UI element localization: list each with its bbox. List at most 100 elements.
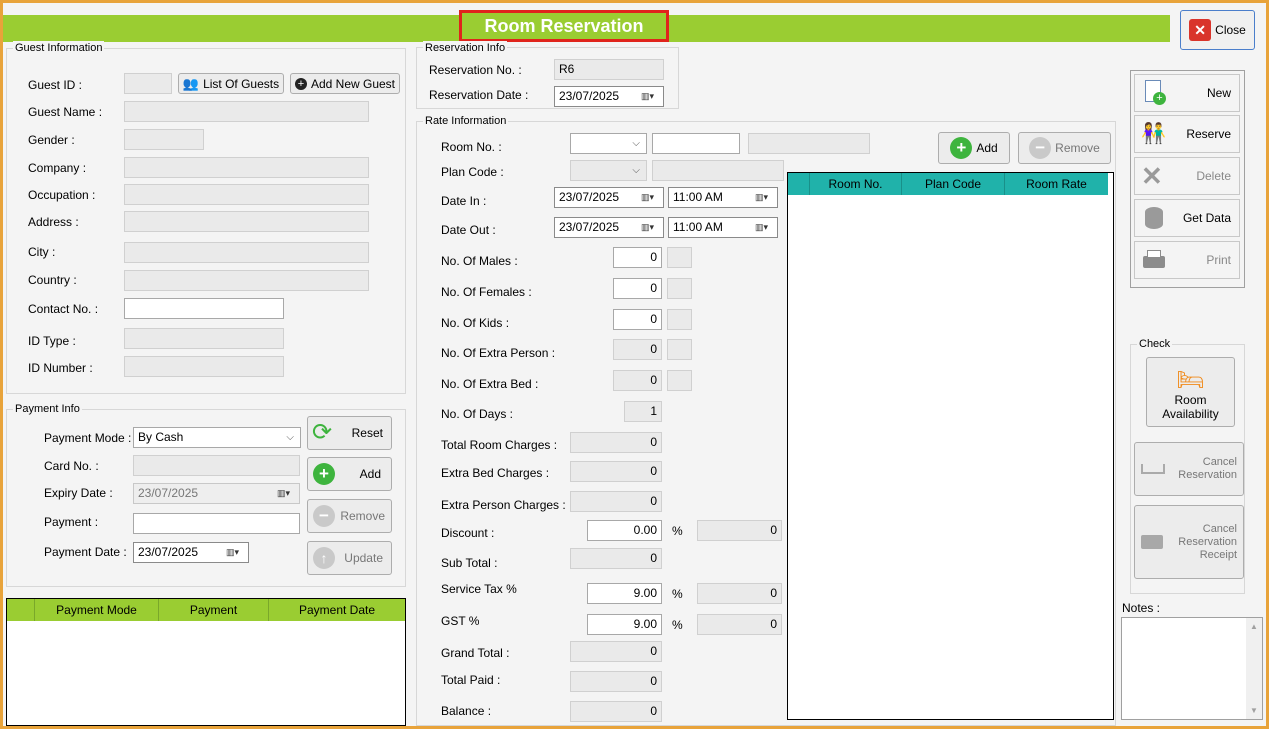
reset-button[interactable]: ⟳ Reset xyxy=(307,416,392,450)
service-tax-percent-sign: % xyxy=(672,587,683,601)
new-label: New xyxy=(1206,86,1231,100)
extra-person-field[interactable]: 0 xyxy=(613,339,662,360)
occupation-label: Occupation : xyxy=(28,188,96,202)
printer-icon xyxy=(1141,535,1163,549)
extra-person-label: No. Of Extra Person : xyxy=(441,346,556,360)
scroll-down-icon[interactable]: ▼ xyxy=(1250,706,1258,715)
room-description-field[interactable] xyxy=(748,133,870,154)
close-button[interactable]: ✕ Close xyxy=(1180,10,1255,50)
list-of-guests-button[interactable]: 👥 List Of Guests xyxy=(178,73,284,94)
remove-payment-button[interactable]: − Remove xyxy=(307,499,392,533)
address-label: Address : xyxy=(28,215,79,229)
males-field[interactable]: 0 xyxy=(613,247,662,268)
plan-code-select[interactable]: ⌵ xyxy=(570,160,647,181)
balance-field: 0 xyxy=(570,701,662,722)
notes-label: Notes : xyxy=(1122,601,1161,615)
clock-dropdown-icon: ▥▾ xyxy=(755,222,769,232)
get-data-button[interactable]: Get Data xyxy=(1134,199,1240,237)
discount-percent-sign: % xyxy=(672,524,683,538)
remove-room-button[interactable]: − Remove xyxy=(1018,132,1111,164)
column-header[interactable]: Payment Date xyxy=(269,599,405,621)
kids-label: No. Of Kids : xyxy=(441,316,510,330)
plan-description-field[interactable] xyxy=(652,160,784,181)
calendar-icon: ▥▾ xyxy=(641,222,655,232)
new-button[interactable]: + New xyxy=(1134,74,1240,112)
occupation-field[interactable] xyxy=(124,184,369,205)
reset-label: Reset xyxy=(351,426,383,440)
expiry-date-value: 23/07/2025 xyxy=(138,486,199,500)
column-header[interactable]: Payment xyxy=(159,599,269,621)
payment-date-picker[interactable]: 23/07/2025 ▥▾ xyxy=(133,542,249,563)
column-header[interactable]: Payment Mode xyxy=(35,599,159,621)
females-field[interactable]: 0 xyxy=(613,278,662,299)
reservation-date-picker[interactable]: 23/07/2025 ▥▾ xyxy=(554,86,664,107)
payment-mode-select[interactable]: By Cash ⌵ xyxy=(133,427,301,448)
payment-grid-header: Payment Mode Payment Payment Date xyxy=(7,599,405,621)
kids-field[interactable]: 0 xyxy=(613,309,662,330)
bed-person-icon: 🛏 xyxy=(1176,366,1205,392)
id-number-field[interactable] xyxy=(124,356,284,377)
guest-name-label: Guest Name : xyxy=(28,105,103,119)
room-availability-button[interactable]: 🛏 Room Availability xyxy=(1146,357,1235,427)
date-in-picker[interactable]: 23/07/2025 ▥▾ xyxy=(554,187,664,208)
delete-label: Delete xyxy=(1196,169,1231,183)
time-in-picker[interactable]: 11:00 AM ▥▾ xyxy=(668,187,778,208)
guest-id-field[interactable] xyxy=(124,73,172,94)
extra-bed-charges-label: Extra Bed Charges : xyxy=(441,466,550,480)
column-header[interactable]: Room Rate xyxy=(1005,173,1108,195)
males-label: No. Of Males : xyxy=(441,254,518,268)
time-out-picker[interactable]: 11:00 AM ▥▾ xyxy=(668,217,778,238)
card-no-field[interactable] xyxy=(133,455,300,476)
country-label: Country : xyxy=(28,273,77,287)
plus-circle-icon: + xyxy=(294,77,307,90)
close-label: Close xyxy=(1215,23,1246,37)
guest-id-label: Guest ID : xyxy=(28,78,83,92)
reservation-no-field[interactable]: R6 xyxy=(554,59,664,80)
card-no-label: Card No. : xyxy=(44,459,99,473)
discount-percent-field[interactable]: 0.00 xyxy=(587,520,662,541)
reserve-button[interactable]: 👫 Reserve xyxy=(1134,115,1240,153)
cancel-reservation-button[interactable]: Cancel Reservation xyxy=(1134,442,1244,496)
extra-bed-field[interactable]: 0 xyxy=(613,370,662,391)
notes-textarea[interactable]: ▲ ▼ xyxy=(1121,617,1263,720)
up-arrow-icon: ↑ xyxy=(313,547,335,569)
notes-scrollbar[interactable]: ▲ ▼ xyxy=(1246,618,1262,719)
id-type-field[interactable] xyxy=(124,328,284,349)
add-room-button[interactable]: + Add xyxy=(938,132,1010,164)
company-label: Company : xyxy=(28,161,87,175)
id-type-label: ID Type : xyxy=(28,334,76,348)
room-no-select[interactable]: ⌵ xyxy=(570,133,647,154)
add-payment-button[interactable]: + Add xyxy=(307,457,392,491)
scroll-up-icon[interactable]: ▲ xyxy=(1250,622,1258,631)
add-new-guest-button[interactable]: + Add New Guest xyxy=(290,73,400,94)
payment-field[interactable] xyxy=(133,513,300,534)
city-field[interactable] xyxy=(124,242,369,263)
males-extra-field xyxy=(667,247,692,268)
company-field[interactable] xyxy=(124,157,369,178)
date-out-picker[interactable]: 23/07/2025 ▥▾ xyxy=(554,217,664,238)
column-header[interactable]: Plan Code xyxy=(902,173,1005,195)
delete-button[interactable]: ✕ Delete xyxy=(1134,157,1240,195)
country-field[interactable] xyxy=(124,270,369,291)
gender-field[interactable] xyxy=(124,129,204,150)
group-title: Rate Information xyxy=(423,114,509,128)
cancel-reservation-receipt-button[interactable]: Cancel Reservation Receipt xyxy=(1134,505,1244,579)
discount-amount-field: 0 xyxy=(697,520,782,541)
guest-name-field[interactable] xyxy=(124,101,369,122)
gst-percent-field[interactable]: 9.00 xyxy=(587,614,662,635)
contact-field[interactable] xyxy=(124,298,284,319)
room-type-field[interactable] xyxy=(652,133,740,154)
update-payment-button[interactable]: ↑ Update xyxy=(307,541,392,575)
service-tax-percent-field[interactable]: 9.00 xyxy=(587,583,662,604)
column-header[interactable]: Room No. xyxy=(810,173,902,195)
room-grid[interactable]: Room No. Plan Code Room Rate xyxy=(787,172,1114,720)
payment-grid[interactable]: Payment Mode Payment Payment Date xyxy=(6,598,406,726)
plus-icon: + xyxy=(313,463,335,485)
expiry-date-picker[interactable]: 23/07/2025 ▥▾ xyxy=(133,483,300,504)
print-button[interactable]: Print xyxy=(1134,241,1240,279)
remove-room-label: Remove xyxy=(1055,141,1100,155)
payment-mode-label: Payment Mode : xyxy=(44,431,132,445)
new-document-icon: + xyxy=(1141,80,1167,106)
reservation-date-label: Reservation Date : xyxy=(429,88,529,102)
address-field[interactable] xyxy=(124,211,369,232)
